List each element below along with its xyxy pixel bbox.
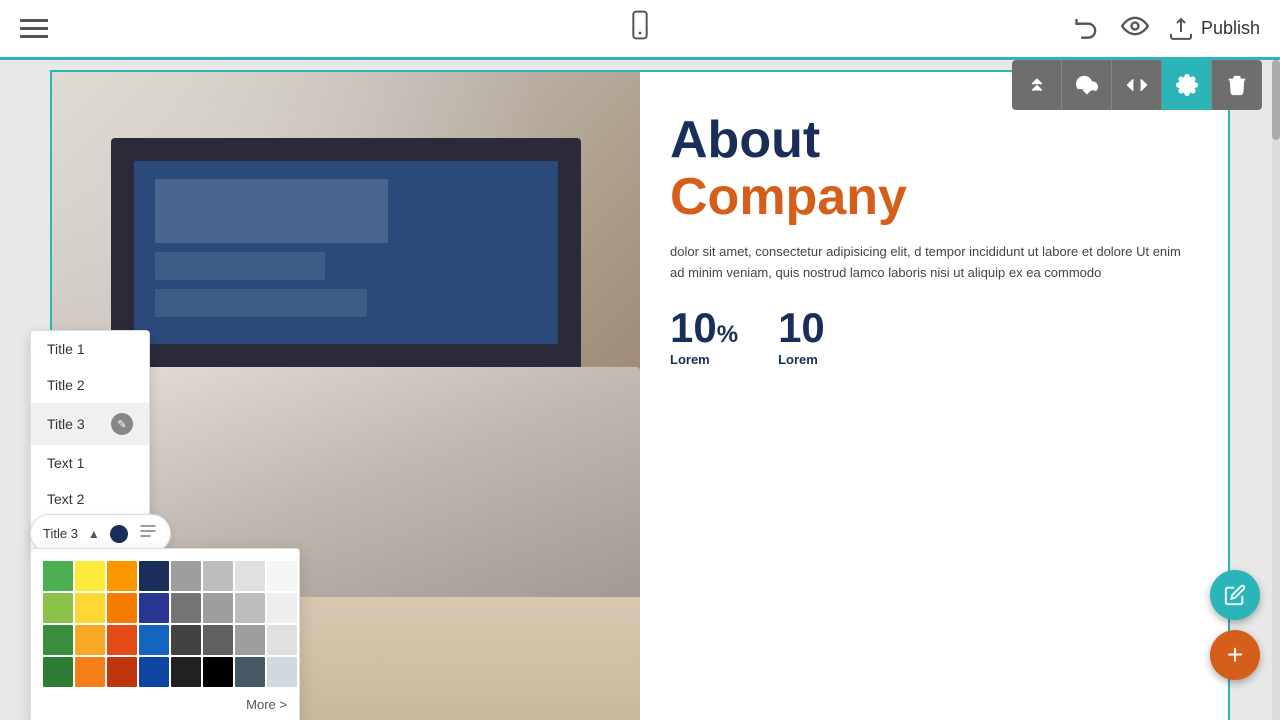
color-cell[interactable] [139, 625, 169, 655]
color-cell[interactable] [43, 625, 73, 655]
color-cell[interactable] [75, 657, 105, 687]
dropdown-label-title1: Title 1 [47, 341, 85, 357]
dropdown-item-title2[interactable]: Title 2 [31, 367, 149, 403]
color-cell[interactable] [171, 593, 201, 623]
hamburger-icon[interactable] [20, 19, 48, 38]
topbar-left [20, 19, 48, 38]
color-cell[interactable] [235, 561, 265, 591]
mobile-icon[interactable] [624, 9, 656, 48]
color-cell[interactable] [203, 625, 233, 655]
right-content: About Company dolor sit amet, consectetu… [640, 72, 1228, 720]
stat-num-1: 10% [670, 304, 738, 352]
download-toolbar-btn[interactable] [1062, 60, 1112, 110]
color-cell[interactable] [203, 561, 233, 591]
dropdown-label-text2: Text 2 [47, 491, 84, 507]
color-cell[interactable] [139, 593, 169, 623]
color-cell[interactable] [75, 593, 105, 623]
color-cell[interactable] [267, 561, 297, 591]
scrollbar[interactable] [1272, 60, 1280, 720]
color-cell[interactable] [43, 657, 73, 687]
add-icon: + [1227, 641, 1243, 669]
color-cell[interactable] [171, 657, 201, 687]
publish-label: Publish [1201, 18, 1260, 39]
scrollbar-thumb[interactable] [1272, 60, 1280, 140]
dropdown-item-title3[interactable]: Title 3 ✎ [31, 403, 149, 445]
stat-item-1: 10% Lorem [670, 304, 738, 367]
color-cell[interactable] [171, 561, 201, 591]
stat-item-2: 10 Lorem [778, 304, 825, 367]
color-cell[interactable] [43, 593, 73, 623]
delete-toolbar-btn[interactable] [1212, 60, 1262, 110]
floating-toolbar [1012, 60, 1262, 110]
color-dot[interactable] [110, 525, 128, 543]
dropdown-item-text1[interactable]: Text 1 [31, 445, 149, 481]
eye-icon[interactable] [1121, 12, 1149, 46]
color-cell[interactable] [107, 657, 137, 687]
color-cell[interactable] [171, 625, 201, 655]
fab-add-button[interactable]: + [1210, 630, 1260, 680]
element-type-label: Title 3 [43, 526, 78, 541]
dropdown-label-text1: Text 1 [47, 455, 84, 471]
dropdown-label-title3: Title 3 [47, 416, 85, 432]
topbar-right: Publish [1073, 12, 1260, 46]
stat-label-2: Lorem [778, 352, 825, 367]
about-title: About [670, 112, 1198, 169]
color-cell[interactable] [43, 561, 73, 591]
color-cell[interactable] [139, 561, 169, 591]
align-icon[interactable] [138, 521, 158, 546]
dropdown-item-title1[interactable]: Title 1 [31, 331, 149, 367]
color-picker: More > [30, 548, 300, 720]
more-colors-link[interactable]: More > [43, 697, 287, 712]
canvas: About Company dolor sit amet, consectetu… [0, 60, 1280, 720]
color-cell[interactable] [75, 561, 105, 591]
settings-toolbar-btn[interactable] [1162, 60, 1212, 110]
color-cell[interactable] [139, 657, 169, 687]
color-grid [43, 561, 287, 687]
code-toolbar-btn[interactable] [1112, 60, 1162, 110]
stat-label-1: Lorem [670, 352, 738, 367]
dropdown-label-title2: Title 2 [47, 377, 85, 393]
dropdown-item-text2[interactable]: Text 2 [31, 481, 149, 517]
stats-row: 10% Lorem 10 Lorem [670, 304, 1198, 367]
color-cell[interactable] [75, 625, 105, 655]
topbar: Publish [0, 0, 1280, 60]
color-cell[interactable] [203, 593, 233, 623]
color-cell[interactable] [267, 593, 297, 623]
undo-icon[interactable] [1073, 12, 1101, 46]
company-title: Company [670, 169, 1198, 226]
fab-edit-button[interactable] [1210, 570, 1260, 620]
color-cell[interactable] [203, 657, 233, 687]
color-cell[interactable] [267, 657, 297, 687]
color-cell[interactable] [235, 625, 265, 655]
color-cell[interactable] [235, 657, 265, 687]
color-cell[interactable] [107, 593, 137, 623]
color-cell[interactable] [107, 561, 137, 591]
stat-num-2: 10 [778, 304, 825, 352]
move-toolbar-btn[interactable] [1012, 60, 1062, 110]
color-cell[interactable] [267, 625, 297, 655]
edit-pen-icon[interactable]: ✎ [111, 413, 133, 435]
color-cell[interactable] [235, 593, 265, 623]
color-cell[interactable] [107, 625, 137, 655]
topbar-center [624, 9, 656, 48]
chevron-up-icon[interactable]: ▲ [88, 527, 100, 541]
publish-button[interactable]: Publish [1169, 17, 1260, 41]
body-text: dolor sit amet, consectetur adipisicing … [670, 242, 1198, 284]
